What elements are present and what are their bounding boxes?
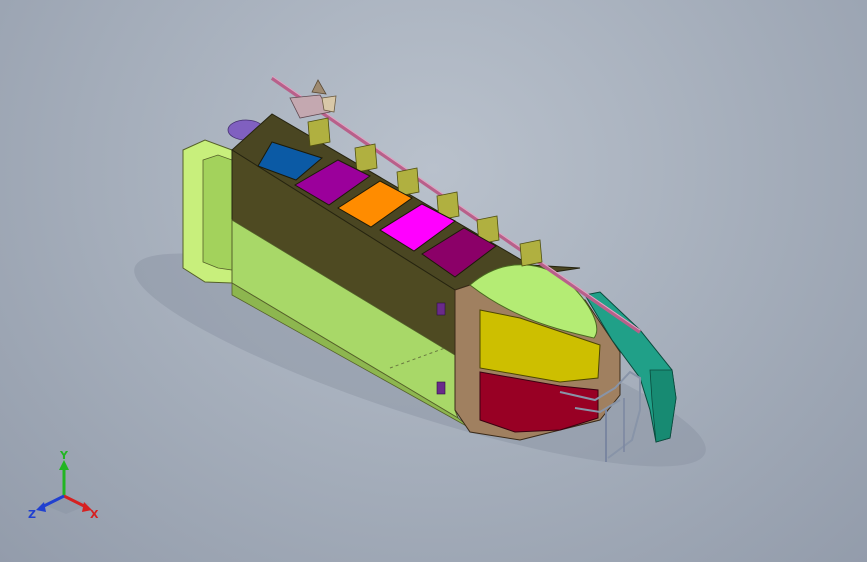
vehicle-3d-model[interactable] [0, 0, 867, 562]
axis-triad: Y X Z [28, 449, 99, 521]
rear-housing-inner [202, 154, 233, 271]
triad-y-label: Y [59, 449, 69, 462]
triad-x-label: X [90, 508, 99, 521]
top-mechanism[interactable] [289, 79, 337, 119]
side-bolt-lower [436, 381, 446, 395]
cad-viewport[interactable]: Y X Z [0, 0, 867, 562]
triad-z-label: Z [28, 508, 36, 521]
side-bolt-upper [436, 302, 446, 316]
